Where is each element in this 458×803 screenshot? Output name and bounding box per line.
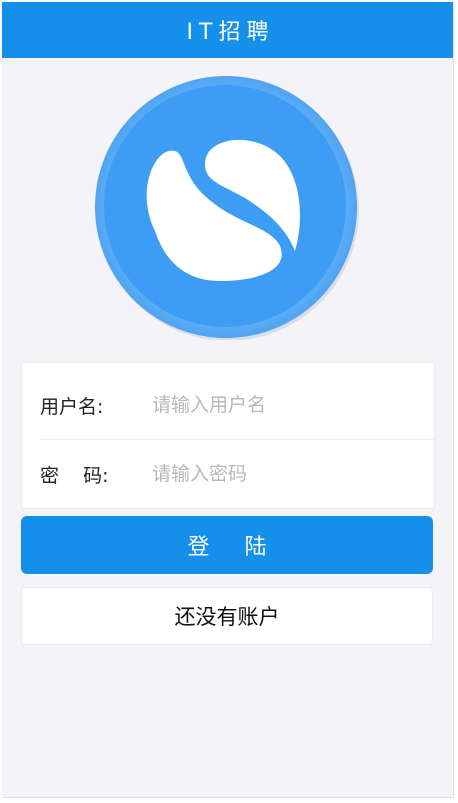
- app-logo: [95, 76, 359, 340]
- login-form: 用户名: 密 码:: [21, 362, 435, 509]
- username-label: 用户名:: [40, 395, 104, 418]
- username-row: 用户名:: [40, 371, 434, 440]
- app-screen: IT招聘 用户名: 请输入用户名 密 码: 登 陆 还没有账户: [2, 2, 454, 798]
- s-logo-icon: [95, 76, 359, 340]
- password-input[interactable]: [152, 463, 422, 485]
- password-label: 密 码:: [40, 464, 109, 487]
- register-button[interactable]: 还没有账户: [21, 587, 433, 645]
- username-input[interactable]: [152, 394, 422, 416]
- login-button[interactable]: 登 陆: [21, 516, 433, 574]
- page-title: IT招聘: [186, 20, 275, 45]
- top-bar: IT招聘: [2, 2, 453, 58]
- password-row: 密 码:: [40, 440, 434, 508]
